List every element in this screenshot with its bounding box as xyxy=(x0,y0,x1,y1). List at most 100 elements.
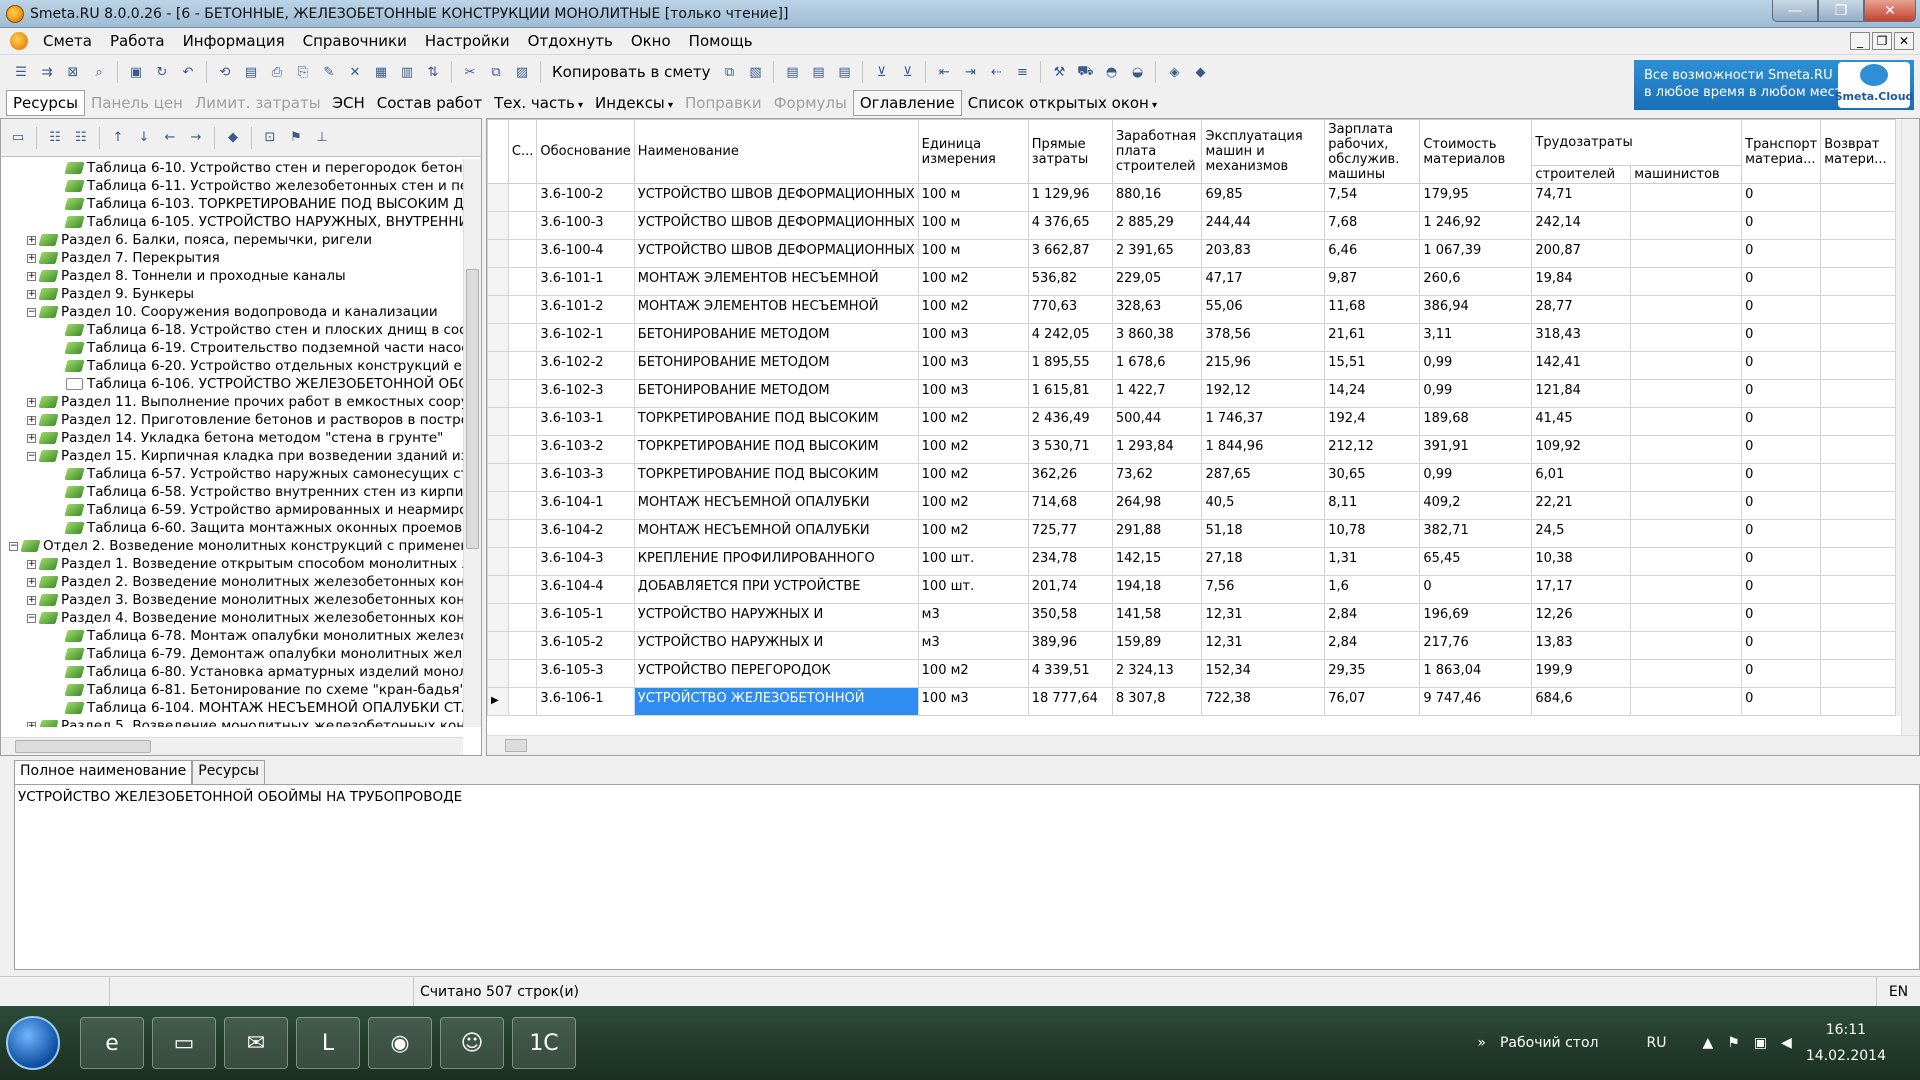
col-materials-header[interactable]: Стоимость материалов xyxy=(1419,119,1533,184)
cell-machine-wage[interactable]: 1,31 xyxy=(1324,547,1421,576)
folder-new-icon[interactable]: ⊡ xyxy=(259,127,281,149)
expand-toggle-icon[interactable]: + xyxy=(27,559,36,569)
cell-transport[interactable]: 0 xyxy=(1741,239,1822,268)
col-transport-header[interactable]: Транспорт материа... xyxy=(1741,119,1822,184)
tree-node[interactable]: + Раздел 3. Возведение монолитных железоб… xyxy=(1,591,463,609)
cell-labor-machinists[interactable] xyxy=(1630,267,1743,296)
cell-return[interactable] xyxy=(1820,379,1897,408)
cell-materials[interactable]: 0,99 xyxy=(1419,379,1533,408)
tools-icon[interactable]: ⚒ xyxy=(1048,61,1070,83)
cell-transport[interactable]: 0 xyxy=(1741,519,1822,548)
cell-machines[interactable]: 192,12 xyxy=(1201,379,1326,408)
col-labor-machinists-header[interactable]: машинистов xyxy=(1630,165,1743,184)
cell-labor-builders[interactable]: 17,17 xyxy=(1531,575,1632,604)
tree-horizontal-scrollbar[interactable] xyxy=(1,737,463,755)
cell-direct[interactable]: 714,68 xyxy=(1027,491,1113,520)
tree-node[interactable]: Таблица 6-79. Демонтаж опалубки монолитн… xyxy=(1,645,463,663)
cell-unit[interactable]: 100 м xyxy=(917,183,1029,212)
tree-node[interactable]: Таблица 6-106. УСТРОЙСТВО ЖЕЛЕЗОБЕТОННОЙ… xyxy=(1,375,463,393)
cell-machine-wage[interactable]: 14,24 xyxy=(1324,379,1421,408)
tree-node[interactable]: Таблица 6-57. Устройство наружных самоне… xyxy=(1,465,463,483)
indent-left-icon[interactable]: ⇤ xyxy=(933,61,955,83)
internet-explorer-icon[interactable]: e xyxy=(80,1017,144,1069)
cell-direct[interactable]: 362,26 xyxy=(1027,463,1113,492)
cell-transport[interactable]: 0 xyxy=(1741,659,1822,688)
action-center-icon[interactable]: ⚑ xyxy=(1727,1035,1740,1051)
cell-machine-wage[interactable]: 212,12 xyxy=(1324,435,1421,464)
expand-toggle-icon[interactable]: − xyxy=(27,307,36,317)
table-row[interactable]: 3.6-105-1 УСТРОЙСТВО НАРУЖНЫХ Им3 350,58 14… xyxy=(487,603,1919,632)
car-icon[interactable]: ◒ xyxy=(1126,61,1148,83)
cell-return[interactable] xyxy=(1820,295,1897,324)
clipboard-icon[interactable]: ▧ xyxy=(744,61,766,83)
bookmark-icon[interactable]: ⚑ xyxy=(285,127,307,149)
menu-informatsiya[interactable]: Информация xyxy=(174,32,294,50)
cell-wage[interactable]: 264,98 xyxy=(1111,491,1203,520)
cell-transport[interactable]: 0 xyxy=(1741,295,1822,324)
col-return-header[interactable]: Возврат матери... xyxy=(1820,119,1897,184)
table-row[interactable]: 3.6-103-3 ТОРКРЕТИРОВАНИЕ ПОД ВЫСОКИМ 100 … xyxy=(487,463,1919,492)
lync-icon[interactable]: L xyxy=(296,1017,360,1069)
cell-wage[interactable]: 194,18 xyxy=(1111,575,1203,604)
cell-unit[interactable]: 100 м3 xyxy=(917,687,1029,716)
cell-direct[interactable]: 1 129,96 xyxy=(1027,183,1113,212)
cell-machine-wage[interactable]: 192,4 xyxy=(1324,407,1421,436)
contents-tree[interactable]: Таблица 6-10. Устройство стен и перегоро… xyxy=(1,159,463,727)
cell-labor-machinists[interactable] xyxy=(1630,603,1743,632)
cell-name[interactable]: УСТРОЙСТВО НАРУЖНЫХ И xyxy=(633,631,919,660)
delete-row-icon[interactable]: ⊠ xyxy=(62,61,84,83)
cell-materials[interactable]: 1 246,92 xyxy=(1419,211,1533,240)
cell-machines[interactable]: 47,17 xyxy=(1201,267,1326,296)
cell-transport[interactable]: 0 xyxy=(1741,631,1822,660)
cell-c[interactable] xyxy=(507,463,538,492)
menu-rabota[interactable]: Работа xyxy=(101,32,174,50)
cell-unit[interactable]: 100 м2 xyxy=(917,407,1029,436)
tray-language[interactable]: RU xyxy=(1646,1035,1666,1051)
cell-materials[interactable]: 260,6 xyxy=(1419,267,1533,296)
cell-labor-builders[interactable]: 142,41 xyxy=(1531,351,1632,380)
cell-c[interactable] xyxy=(507,603,538,632)
cell-machine-wage[interactable]: 29,35 xyxy=(1324,659,1421,688)
cell-c[interactable] xyxy=(507,547,538,576)
table-row[interactable]: 3.6-103-1 ТОРКРЕТИРОВАНИЕ ПОД ВЫСОКИМ 100 … xyxy=(487,407,1919,436)
cell-direct[interactable]: 2 436,49 xyxy=(1027,407,1113,436)
cell-code[interactable]: 3.6-105-2 xyxy=(536,631,635,660)
cell-machines[interactable]: 12,31 xyxy=(1201,603,1326,632)
arrow-down-icon[interactable]: ↓ xyxy=(133,127,155,149)
tree-node[interactable]: − Раздел 15. Кирпичная кладка при возведе… xyxy=(1,447,463,465)
cell-materials[interactable]: 3,11 xyxy=(1419,323,1533,352)
cell-unit[interactable]: 100 м2 xyxy=(917,295,1029,324)
insert-row-icon[interactable]: ☰ xyxy=(10,61,32,83)
cell-direct[interactable]: 3 530,71 xyxy=(1027,435,1113,464)
cell-labor-machinists[interactable] xyxy=(1630,295,1743,324)
tree-node[interactable]: + Раздел 2. Возведение монолитных железоб… xyxy=(1,573,463,591)
cell-materials[interactable]: 386,94 xyxy=(1419,295,1533,324)
cell-wage[interactable]: 2 885,29 xyxy=(1111,211,1203,240)
cell-labor-builders[interactable]: 19,84 xyxy=(1531,267,1632,296)
cell-wage[interactable]: 229,05 xyxy=(1111,267,1203,296)
cell-machine-wage[interactable]: 2,84 xyxy=(1324,603,1421,632)
cell-return[interactable] xyxy=(1820,323,1897,352)
cell-code[interactable]: 3.6-100-2 xyxy=(536,183,635,212)
find-icon[interactable]: ⌕ xyxy=(88,61,110,83)
cell-labor-builders[interactable]: 12,26 xyxy=(1531,603,1632,632)
cell-labor-machinists[interactable] xyxy=(1630,547,1743,576)
table-row[interactable]: 3.6-100-2 УСТРОЙСТВО ШВОВ ДЕФОРМАЦИОННЫХ 1… xyxy=(487,183,1919,212)
cell-unit[interactable]: 100 м3 xyxy=(917,351,1029,380)
cell-transport[interactable]: 0 xyxy=(1741,687,1822,716)
cell-direct[interactable]: 1 895,55 xyxy=(1027,351,1113,380)
row-indicator[interactable] xyxy=(487,491,509,520)
arrow-left-icon[interactable]: ← xyxy=(159,127,181,149)
cell-transport[interactable]: 0 xyxy=(1741,351,1822,380)
cell-name[interactable]: МОНТАЖ ЭЛЕМЕНТОВ НЕСЪЕМНОЙ xyxy=(633,267,919,296)
cell-machines[interactable]: 203,83 xyxy=(1201,239,1326,268)
cell-wage[interactable]: 2 324,13 xyxy=(1111,659,1203,688)
tab-2[interactable]: Лимит. затраты xyxy=(189,91,327,115)
col-unit-header[interactable]: Единица измерения xyxy=(917,119,1029,184)
cell-unit[interactable]: 100 шт. xyxy=(917,547,1029,576)
cell-labor-builders[interactable]: 242,14 xyxy=(1531,211,1632,240)
cell-c[interactable] xyxy=(507,659,538,688)
cell-machine-wage[interactable]: 8,11 xyxy=(1324,491,1421,520)
truck-icon[interactable]: ⛟ xyxy=(1074,61,1096,83)
cell-machines[interactable]: 55,06 xyxy=(1201,295,1326,324)
